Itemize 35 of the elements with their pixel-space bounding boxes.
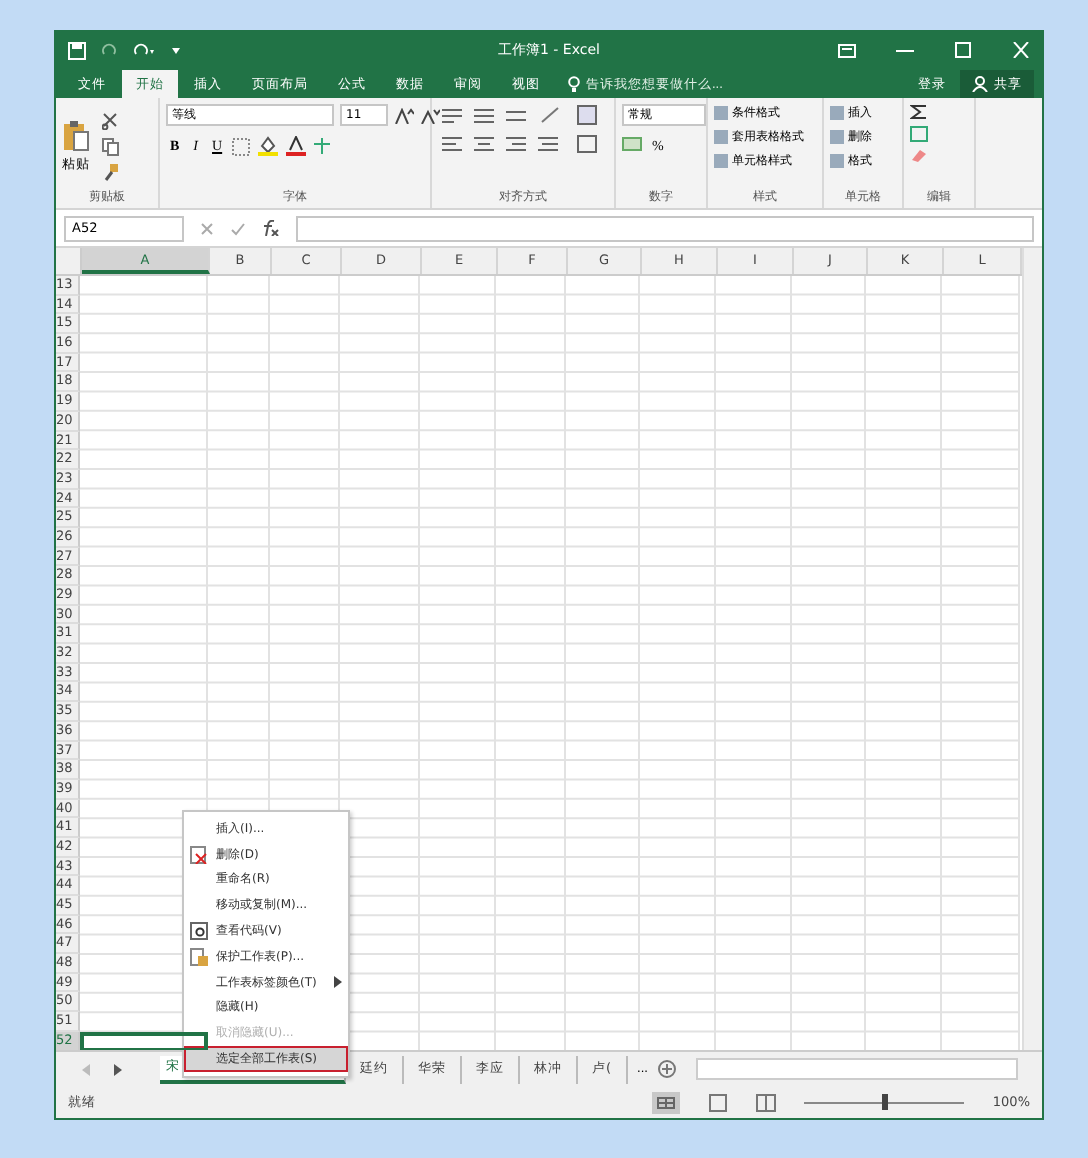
page-layout-icon[interactable] bbox=[708, 1093, 729, 1111]
clipboard-icon bbox=[62, 119, 90, 151]
grow-font-icon[interactable] bbox=[394, 107, 414, 123]
formula-field[interactable] bbox=[296, 215, 1034, 241]
function-icon[interactable] bbox=[262, 220, 280, 236]
close-icon[interactable] bbox=[1012, 42, 1030, 58]
copy-icon[interactable] bbox=[102, 137, 120, 155]
delete-sheet-icon bbox=[190, 845, 208, 864]
checkmark-icon[interactable] bbox=[230, 221, 246, 235]
horizontal-scrollbar[interactable] bbox=[695, 1058, 1018, 1080]
code-window-icon bbox=[190, 922, 208, 941]
customize-icon[interactable] bbox=[170, 44, 182, 56]
format-painter-icon[interactable] bbox=[102, 163, 120, 181]
ribbon-display-icon[interactable] bbox=[838, 43, 856, 57]
save-icon[interactable] bbox=[68, 41, 86, 59]
normal-view-icon[interactable] bbox=[652, 1091, 681, 1113]
person-icon bbox=[972, 76, 988, 92]
border-icon[interactable] bbox=[232, 137, 253, 155]
add-sheet-icon[interactable] bbox=[657, 1060, 676, 1078]
vertical-scrollbar[interactable] bbox=[1022, 248, 1042, 1050]
sum-icon[interactable] bbox=[910, 104, 928, 120]
submenu-arrow-icon bbox=[334, 976, 342, 989]
next-sheet-icon[interactable] bbox=[112, 1063, 124, 1075]
maximize-icon[interactable] bbox=[954, 42, 972, 58]
undo-icon[interactable] bbox=[100, 42, 118, 58]
redo-icon[interactable] bbox=[132, 42, 156, 58]
scissors-icon[interactable] bbox=[102, 111, 120, 129]
zoom-slider[interactable] bbox=[804, 1094, 965, 1110]
sheet-lock-icon bbox=[190, 947, 208, 966]
shrink-font-icon[interactable] bbox=[420, 107, 440, 123]
fill-color-icon[interactable] bbox=[258, 136, 281, 156]
lightbulb-icon bbox=[568, 75, 580, 93]
page-break-icon[interactable] bbox=[756, 1093, 777, 1111]
font-color-icon[interactable] bbox=[286, 136, 307, 156]
zoom-thumb[interactable] bbox=[882, 1094, 889, 1110]
